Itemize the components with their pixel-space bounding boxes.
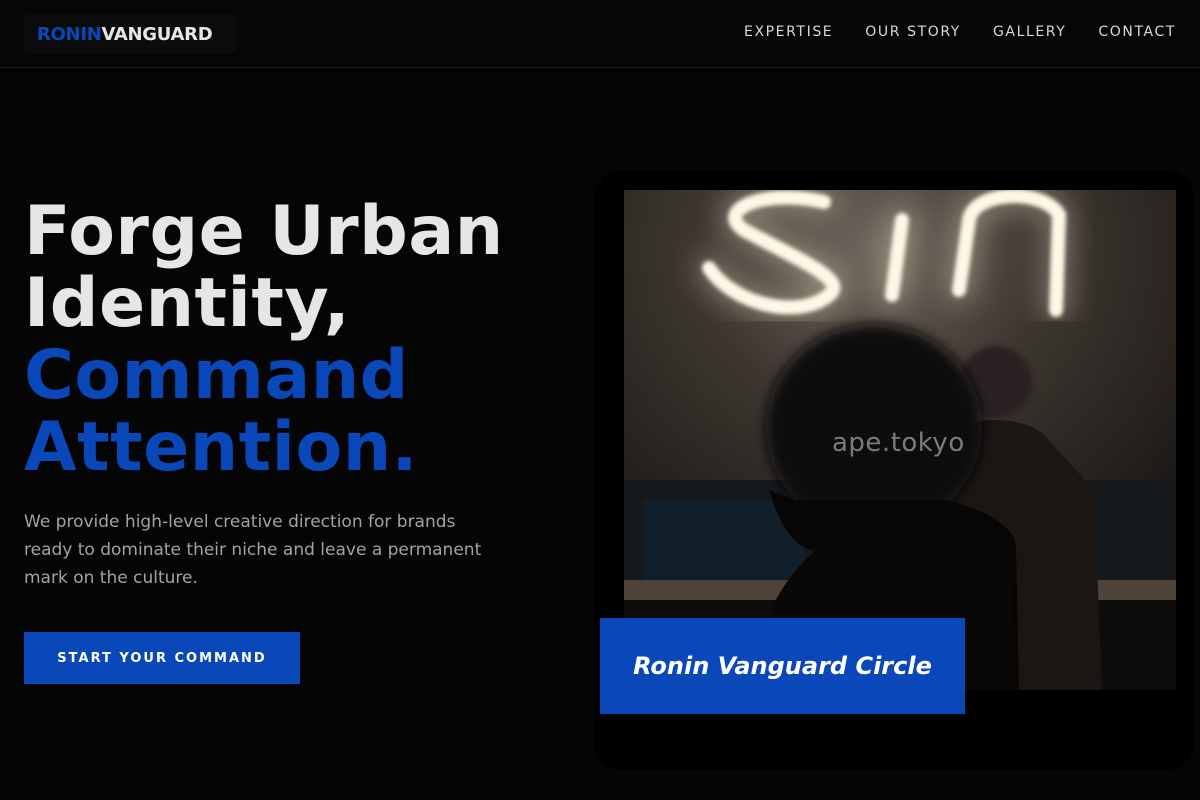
image-watermark: ape.tokyo [832,428,965,458]
hero-title-line-1: Forge Urban [24,192,504,271]
logo-part-vanguard: VANGUARD [101,23,213,45]
main-nav: EXPERTISE OUR STORY GALLERY CONTACT [744,24,1176,40]
nav-expertise[interactable]: EXPERTISE [744,24,833,40]
hero-title-line-3: Command [24,336,409,415]
logo-part-ronin: RONIN [37,23,102,45]
start-your-command-button[interactable]: START YOUR COMMAND [24,632,300,684]
nav-contact[interactable]: CONTACT [1098,24,1176,40]
nav-gallery[interactable]: GALLERY [993,24,1066,40]
hero-title-line-2: Identity, [24,264,351,343]
hero-title: Forge Urban Identity, Command Attention. [24,196,504,484]
ronin-vanguard-circle-badge: Ronin Vanguard Circle [600,618,965,714]
logo[interactable]: RONIN VANGUARD [24,14,236,54]
site-header: RONIN VANGUARD EXPERTISE OUR STORY GALLER… [0,0,1200,68]
hero-description: We provide high-level creative direction… [24,512,482,588]
hero-title-line-4: Attention. [24,408,418,487]
nav-our-story[interactable]: OUR STORY [865,24,961,40]
hero-image: ape.tokyo [624,190,1176,690]
